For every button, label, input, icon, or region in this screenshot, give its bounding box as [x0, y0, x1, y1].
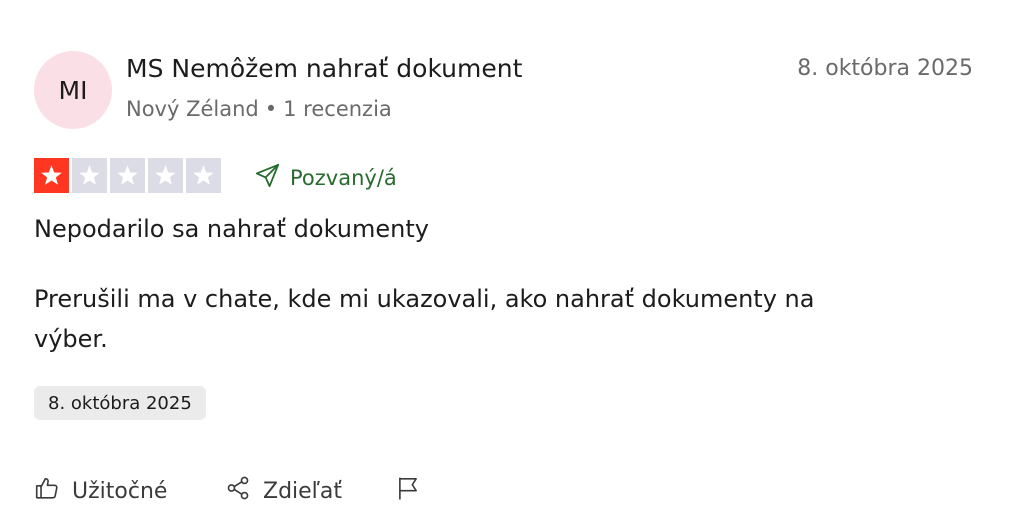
paper-plane-icon [254, 162, 281, 194]
experience-date-badge: 8. októbra 2025 [34, 386, 206, 420]
avatar: MI [34, 51, 112, 129]
invited-label: Pozvaný/á [290, 166, 397, 190]
reviewer-name[interactable]: MS Nemôžem nahrať dokument [126, 54, 522, 83]
review-title: Nepodarilo sa nahrať dokumenty [34, 215, 429, 243]
review-text: Prerušili ma v chate, kde mi ukazovali, … [34, 285, 815, 353]
star-icon [34, 158, 69, 193]
share-label: Zdieľať [263, 478, 343, 504]
star-icon [148, 158, 183, 193]
invited-badge: Pozvaný/á [254, 162, 397, 194]
share-button[interactable]: Zdieľať [225, 475, 342, 507]
thumbs-up-icon [34, 475, 60, 507]
report-button[interactable] [395, 475, 421, 507]
review-date: 8. októbra 2025 [797, 56, 973, 81]
avatar-initials: MI [58, 75, 88, 105]
useful-label: Užitočné [72, 478, 168, 504]
star-rating [34, 158, 221, 193]
star-icon [72, 158, 107, 193]
reviewer-meta: Nový Zéland • 1 recenzia [126, 97, 392, 121]
meta-separator: • [264, 97, 278, 121]
star-icon [110, 158, 145, 193]
useful-button[interactable]: Užitočné [34, 475, 167, 507]
reviewer-review-count: 1 recenzia [283, 97, 392, 121]
share-icon [225, 475, 251, 507]
flag-icon [395, 475, 421, 507]
experience-date: 8. októbra 2025 [48, 392, 192, 414]
reviewer-country: Nový Zéland [126, 97, 259, 121]
star-icon [186, 158, 221, 193]
